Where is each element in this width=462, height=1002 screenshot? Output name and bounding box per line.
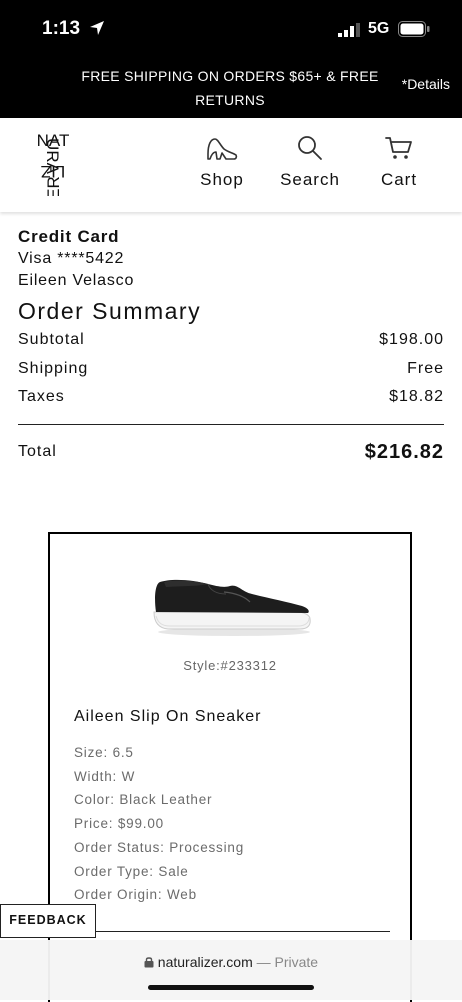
nav-cart[interactable]: Cart xyxy=(376,134,422,190)
subtotal-value: $198.00 xyxy=(379,331,444,348)
status-time: 1:13 xyxy=(42,18,81,39)
taxes-value: $18.82 xyxy=(389,388,444,405)
subtotal-label: Subtotal xyxy=(18,331,85,348)
taxes-label: Taxes xyxy=(18,388,65,405)
shipping-value: Free xyxy=(407,359,444,377)
total-label: Total xyxy=(18,443,57,460)
order-item-card: Style:#233312 Aileen Slip On Sneaker Siz… xyxy=(48,532,412,1002)
url-separator: — xyxy=(256,954,271,970)
payment-name: Eileen Velasco xyxy=(18,272,135,289)
detail-width: Width: W xyxy=(74,768,136,784)
battery-icon xyxy=(398,21,430,37)
browser-url-bar[interactable]: naturalizer.com — Private xyxy=(0,940,462,1000)
lock-icon xyxy=(144,957,154,968)
home-indicator[interactable] xyxy=(148,985,314,990)
taxes-row: Taxes $18.82 xyxy=(18,383,444,412)
detail-order-type: Order Type: Sale xyxy=(74,863,189,879)
promo-text: FREE SHIPPING ON ORDERS $65+ & FREE RETU… xyxy=(81,68,379,108)
search-icon xyxy=(298,136,322,160)
total-value: $216.82 xyxy=(364,440,444,463)
site-header: NAT URA LIZ ER Shop Search Cart xyxy=(0,118,462,212)
nav-search[interactable]: Search xyxy=(278,134,342,190)
order-content: Credit Card Visa ****5422 Eileen Velasco… xyxy=(18,226,444,464)
summary-divider xyxy=(18,423,444,425)
nav-shop-label: Shop xyxy=(200,170,244,189)
feedback-button[interactable]: FEEDBACK xyxy=(0,904,96,938)
promo-banner: FREE SHIPPING ON ORDERS $65+ & FREE RETU… xyxy=(0,58,462,118)
detail-size: Size: 6.5 xyxy=(74,745,134,760)
detail-order-status: Order Status: Processing xyxy=(74,839,245,855)
product-details: Size: 6.5 Width: W Color: Black Leather … xyxy=(74,741,244,907)
logo-row-4: ER xyxy=(44,176,63,196)
product-image[interactable] xyxy=(150,572,314,638)
payment-card: Visa ****5422 xyxy=(18,250,125,267)
url-domain: naturalizer.com xyxy=(157,954,253,970)
nav-shop[interactable]: Shop xyxy=(196,134,248,190)
product-style: Style:#233312 xyxy=(183,658,277,673)
product-name[interactable]: Aileen Slip On Sneaker xyxy=(74,708,261,726)
naturalizer-logo[interactable]: NAT URA LIZ ER xyxy=(30,130,76,196)
detail-order-origin: Order Origin: Web xyxy=(74,887,197,903)
cart-icon xyxy=(385,137,412,159)
payment-method-title: Credit Card xyxy=(18,227,120,246)
total-row: Total $216.82 xyxy=(18,441,444,464)
url-display[interactable]: naturalizer.com — Private xyxy=(0,954,462,970)
shoe-icon xyxy=(207,138,238,160)
detail-color: Color: Black Leather xyxy=(74,792,213,808)
card-divider xyxy=(82,931,390,932)
subtotal-row: Subtotal $198.00 xyxy=(18,326,444,355)
location-arrow-icon xyxy=(90,21,104,35)
signal-icon xyxy=(338,23,360,37)
nav-search-label: Search xyxy=(280,170,340,189)
network-type: 5G xyxy=(368,20,390,37)
promo-details-link[interactable]: *Details xyxy=(402,76,450,92)
shipping-row: Shipping Free xyxy=(18,355,444,384)
order-summary-title: Order Summary xyxy=(18,298,202,324)
shipping-label: Shipping xyxy=(18,359,89,377)
detail-price: Price: $99.00 xyxy=(74,816,164,832)
status-bar: 1:13 5G xyxy=(0,0,462,58)
nav-cart-label: Cart xyxy=(380,170,418,189)
private-mode-label: Private xyxy=(274,954,319,970)
